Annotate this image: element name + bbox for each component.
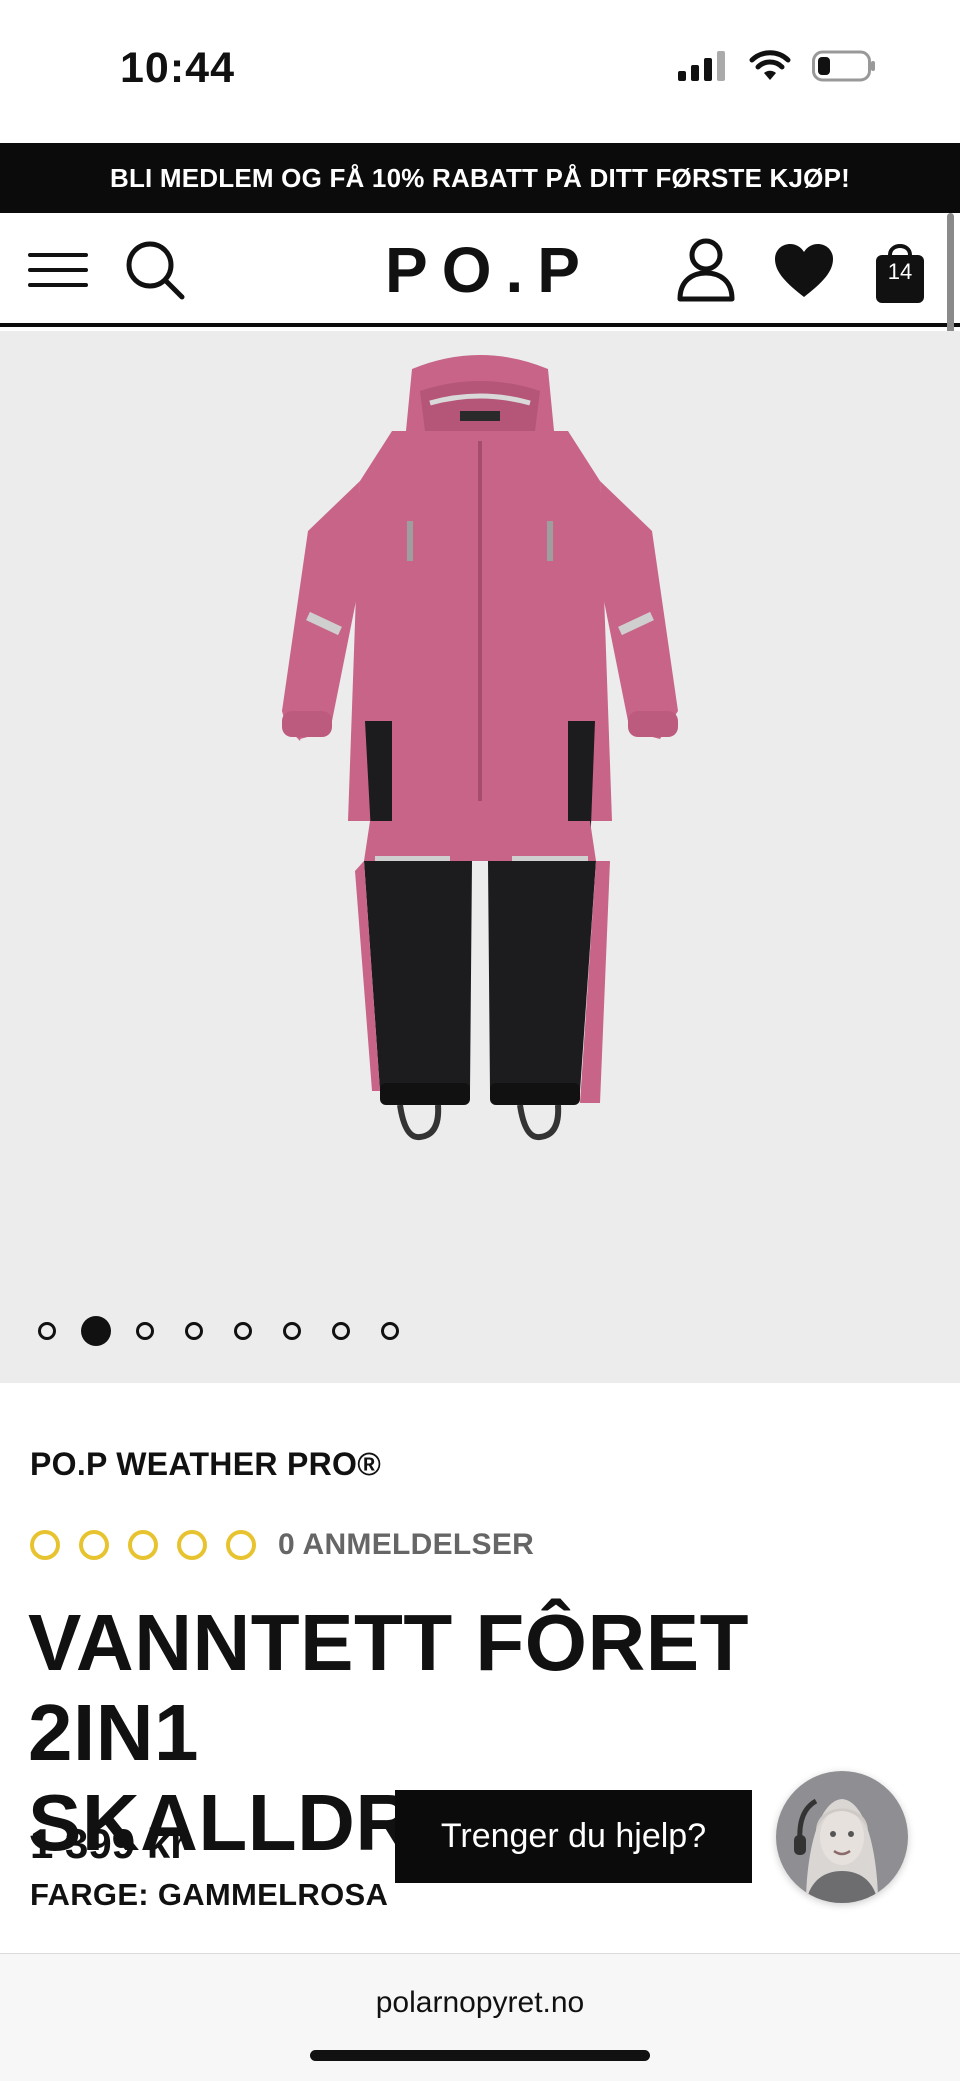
signal-icon xyxy=(678,51,725,81)
search-button[interactable] xyxy=(124,239,188,303)
battery-icon xyxy=(812,50,875,82)
cart-count-badge: 14 xyxy=(887,259,913,284)
review-count[interactable]: 0 ANMELDELSER xyxy=(278,1528,534,1562)
browser-url[interactable]: polarnopyret.no xyxy=(0,1986,960,2020)
wifi-icon xyxy=(749,50,791,80)
search-icon xyxy=(126,241,185,300)
page: 10:44 BLI MEDLEM OG FÅ 10% RABATT PÅ DIT… xyxy=(0,0,960,2081)
rating-star-icon xyxy=(30,1530,60,1560)
product-price: 1 399 kr xyxy=(30,1820,187,1867)
status-time: 10:44 xyxy=(120,44,235,92)
gallery-dot[interactable] xyxy=(136,1322,154,1340)
product-brand[interactable]: PO.P WEATHER PRO® xyxy=(30,1446,381,1483)
chat-help-label: Trenger du hjelp? xyxy=(440,1817,707,1855)
menu-button[interactable] xyxy=(28,253,88,287)
home-indicator[interactable] xyxy=(310,2050,650,2061)
promo-text: BLI MEDLEM OG FÅ 10% RABATT PÅ DITT FØRS… xyxy=(109,162,851,193)
chat-help-button[interactable]: Trenger du hjelp? xyxy=(395,1790,752,1883)
gallery-dot[interactable] xyxy=(381,1322,399,1340)
heart-icon xyxy=(775,244,833,297)
gallery-dot[interactable] xyxy=(283,1322,301,1340)
product-gallery[interactable] xyxy=(0,331,960,1383)
gallery-dot-active[interactable] xyxy=(81,1316,111,1346)
rating-star-icon xyxy=(177,1530,207,1560)
site-header: PO.P 14 xyxy=(0,213,960,327)
gallery-dot[interactable] xyxy=(332,1322,350,1340)
rating-star-icon xyxy=(128,1530,158,1560)
product-color-label: FARGE: GAMMELROSA xyxy=(30,1877,389,1912)
gallery-dot[interactable] xyxy=(234,1322,252,1340)
status-icons xyxy=(678,50,876,82)
product-image xyxy=(282,355,678,1141)
wishlist-button[interactable] xyxy=(772,241,836,301)
gallery-pagination xyxy=(38,1314,430,1348)
account-button[interactable] xyxy=(676,237,736,303)
site-logo[interactable]: PO.P xyxy=(385,233,580,307)
promo-banner[interactable]: BLI MEDLEM OG FÅ 10% RABATT PÅ DITT FØRS… xyxy=(0,143,960,213)
rating-star-icon xyxy=(79,1530,109,1560)
menu-icon xyxy=(28,253,88,257)
gallery-dot[interactable] xyxy=(185,1322,203,1340)
gallery-dot[interactable] xyxy=(38,1322,56,1340)
cart-button[interactable]: 14 xyxy=(872,235,928,305)
status-bar: 10:44 xyxy=(0,0,960,143)
browser-url-bar[interactable]: polarnopyret.no xyxy=(0,1953,960,2081)
assistant-avatar-icon xyxy=(776,1771,908,1903)
chat-assistant-avatar[interactable] xyxy=(776,1771,908,1903)
rating-row[interactable]: 0 ANMELDELSER xyxy=(30,1528,534,1562)
rating-star-icon xyxy=(226,1530,256,1560)
product-title-line1: VANNTETT FÔRET 2IN1 xyxy=(28,1598,750,1777)
account-icon xyxy=(677,238,735,302)
